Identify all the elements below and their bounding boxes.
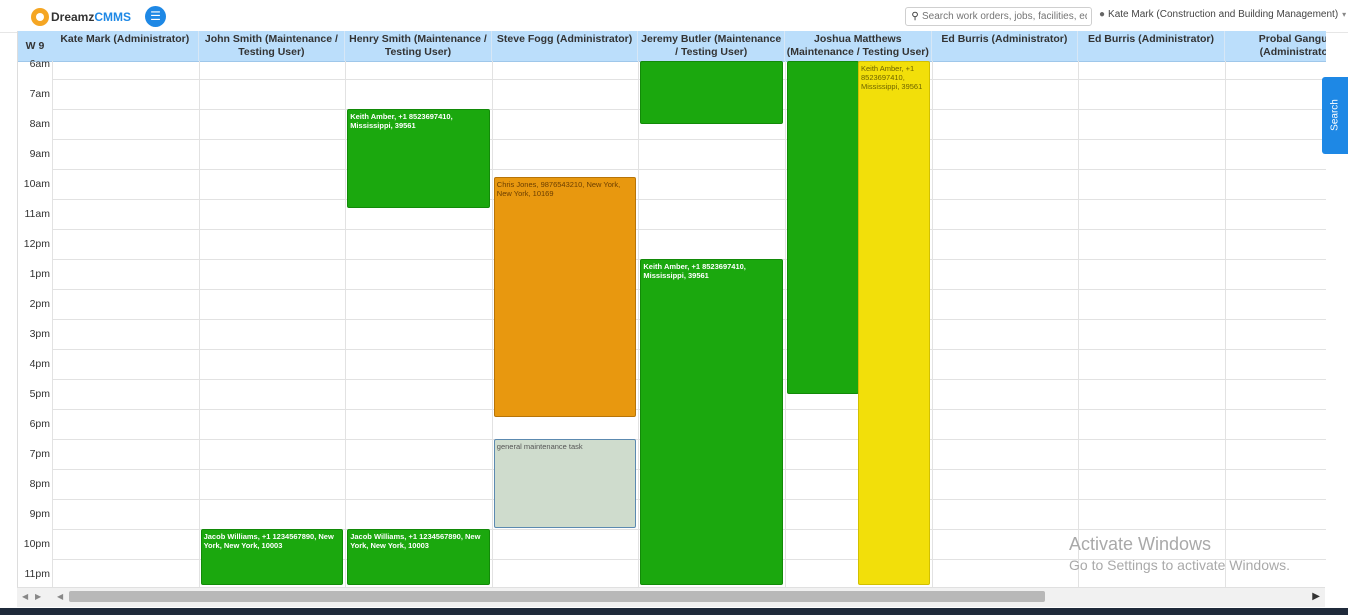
column-divider: [1224, 61, 1226, 587]
watermark-subtitle: Go to Settings to activate Windows.: [1069, 557, 1290, 573]
calendar-event[interactable]: Jacob Williams, +1 1234567890, New York,…: [347, 529, 490, 585]
calendar-body[interactable]: 6am 7am 8am 9am 10am 11am 12pm 1pm 2pm 3pm 4pm 5pm 6…: [18, 58, 1326, 587]
time-label: 10am: [23, 178, 50, 190]
column-header: Jeremy Butler (Maintenance / Testing Use…: [638, 31, 785, 61]
time-label: 9am: [29, 148, 50, 160]
watermark-title: Activate Windows: [1069, 534, 1212, 554]
time-label: 10pm: [23, 538, 50, 550]
time-label: 11pm: [24, 568, 51, 580]
time-label: 4pm: [29, 358, 50, 370]
horizontal-scrollbar[interactable]: ◀ ▶ ◀ ▶: [17, 587, 1325, 607]
column-header: John Smith (Maintenance / Testing User): [199, 31, 346, 61]
column-divider: [638, 61, 640, 587]
column-header: Ed Burris (Administrator): [932, 31, 1079, 61]
calendar-event[interactable]: Keith Amber, +1 8523697410, Mississippi,…: [640, 259, 783, 585]
scroll-left-icon[interactable]: ◀: [22, 592, 28, 601]
hour-gridline: [52, 139, 1326, 140]
windows-activation-watermark: Activate Windows Go to Settings to activ…: [1069, 534, 1290, 573]
time-label: 11am: [24, 208, 51, 220]
user-menu[interactable]: ● Kate Mark (Construction and Building M…: [1099, 9, 1346, 20]
scroll-right-icon[interactable]: ▶: [1312, 591, 1320, 602]
hamburger-icon[interactable]: ☰: [145, 6, 166, 27]
time-label: 7am: [29, 88, 50, 100]
column-divider: [198, 61, 200, 587]
chevron-down-icon: ▾: [1342, 10, 1347, 19]
column-divider: [52, 61, 53, 587]
hour-gridline: [52, 169, 1326, 170]
time-label: 3pm: [29, 328, 50, 340]
time-label: 5pm: [29, 388, 50, 400]
column-divider: [491, 61, 493, 587]
side-search-tab[interactable]: Search: [1322, 77, 1348, 154]
brand-logo[interactable]: DreamzCMMS: [31, 7, 131, 27]
column-header: Joshua Matthews (Maintenance / Testing U…: [785, 31, 932, 61]
search-icon: ⚲: [911, 11, 919, 22]
calendar-event[interactable]: general maintenance task: [493, 439, 637, 528]
column-divider: [345, 61, 347, 587]
column-header: Probal Ganguly (Administrator): [1225, 31, 1326, 61]
column-header: Henry Smith (Maintenance / Testing User): [345, 31, 492, 61]
time-label: 6am: [29, 58, 50, 70]
calendar-event[interactable]: Keith Amber, +1 8523697410, Mississippi,…: [347, 109, 490, 208]
column-divider: [931, 61, 933, 587]
brand-name: DreamzCMMS: [51, 10, 131, 24]
time-label: 7pm: [29, 448, 50, 460]
scrollbar-thumb[interactable]: [69, 591, 1045, 602]
calendar-header: W 9 Kate Mark (Administrator) John Smith …: [18, 31, 1326, 62]
calendar-event[interactable]: Chris Jones, 9876543210, New York, New Y…: [493, 176, 637, 417]
brand-name-dreamz: Dreamz: [51, 10, 95, 24]
calendar-event[interactable]: Keith Amber, +1 8523697410, Mississippi,…: [858, 61, 930, 585]
hour-gridline: [52, 199, 1326, 200]
hour-gridline: [52, 229, 1326, 230]
calendar-event[interactable]: [640, 61, 783, 124]
scroll-left-icon[interactable]: ◀: [57, 592, 63, 601]
brand-name-cmms: CMMS: [94, 10, 132, 24]
time-label: 2pm: [29, 298, 50, 310]
scroll-right-icon[interactable]: ▶: [35, 592, 41, 601]
user-icon: ●: [1099, 9, 1106, 20]
time-label: 9pm: [29, 508, 50, 520]
user-name: Kate Mark (Construction and Building Man…: [1108, 9, 1339, 20]
column-divider: [1078, 61, 1080, 587]
time-label: 8pm: [29, 478, 50, 490]
column-header: Kate Mark (Administrator): [52, 31, 199, 61]
column-divider: [785, 61, 786, 587]
time-label: 6pm: [29, 418, 50, 430]
time-label: 1pm: [29, 268, 50, 280]
calendar-grid: W 9 Kate Mark (Administrator) John Smith …: [17, 31, 1326, 587]
column-header: Steve Fogg (Administrator): [492, 31, 639, 61]
calendar-event[interactable]: Jacob Williams, +1 1234567890, New York,…: [200, 529, 344, 585]
time-label: 12pm: [23, 238, 50, 250]
side-search-label: Search: [1329, 99, 1341, 131]
top-navbar: DreamzCMMS ☰ ⚲ ● Kate Mark (Construction…: [0, 0, 1348, 33]
search-input[interactable]: [922, 11, 1087, 22]
taskbar: [0, 608, 1348, 615]
global-search[interactable]: ⚲: [905, 7, 1092, 26]
column-header: Ed Burris (Administrator): [1078, 31, 1225, 61]
week-label: W 9: [25, 40, 45, 52]
time-label: 8am: [29, 118, 50, 130]
calendar-event[interactable]: [787, 61, 859, 394]
logo-gear-icon: [31, 8, 49, 26]
